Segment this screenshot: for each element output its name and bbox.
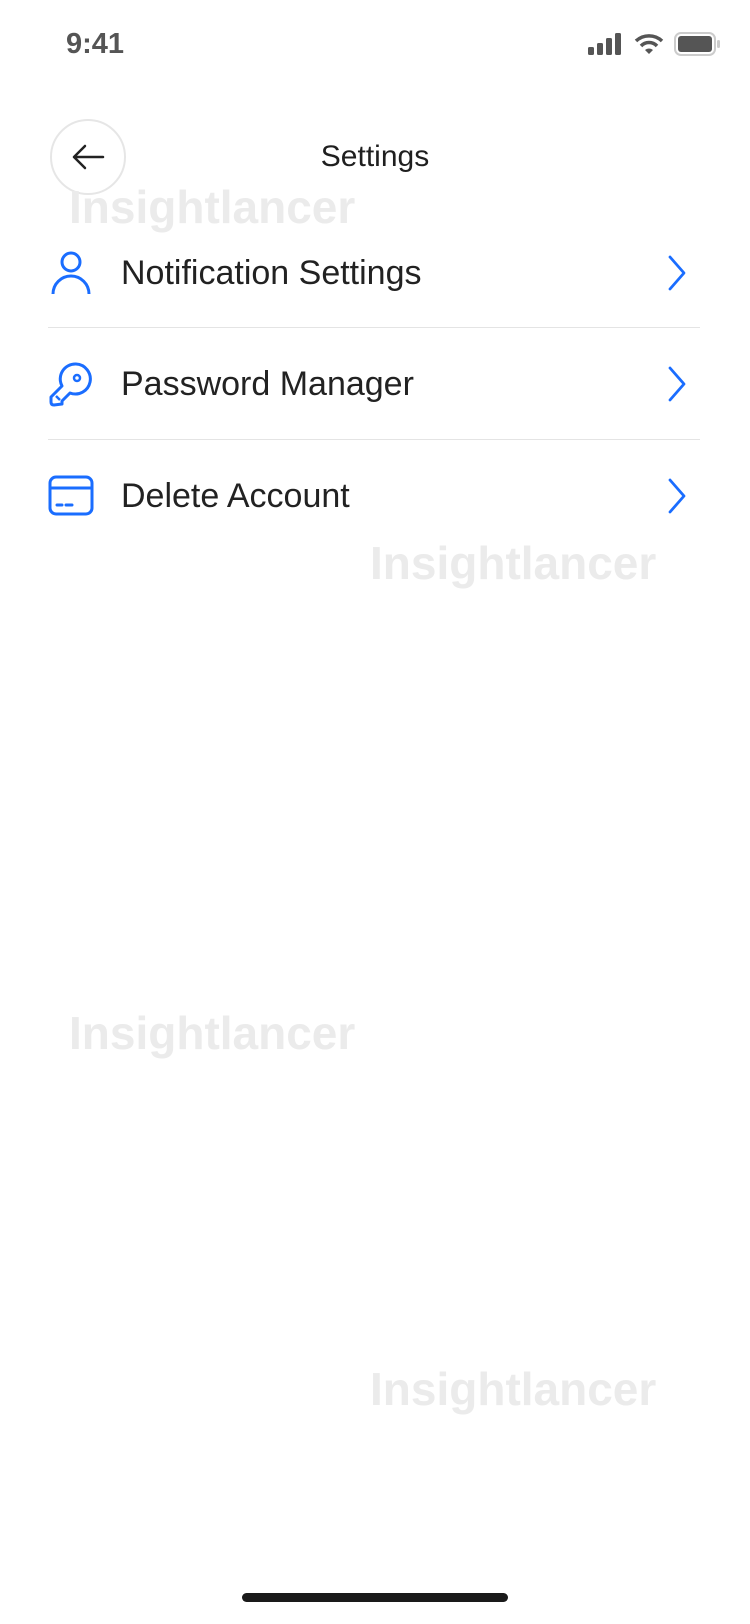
signal-icon bbox=[588, 33, 621, 55]
menu-item-delete-account[interactable]: Delete Account bbox=[48, 441, 700, 551]
menu-item-password-manager[interactable]: Password Manager bbox=[48, 329, 700, 439]
user-icon bbox=[48, 250, 94, 296]
divider bbox=[48, 439, 700, 440]
status-icons bbox=[588, 32, 720, 56]
menu-item-label: Delete Account bbox=[121, 476, 350, 515]
chevron-right-icon bbox=[668, 255, 686, 291]
home-indicator[interactable] bbox=[242, 1593, 508, 1602]
menu-item-notification-settings[interactable]: Notification Settings bbox=[48, 218, 700, 328]
key-icon bbox=[48, 361, 94, 407]
watermark: Insightlancer bbox=[69, 1007, 356, 1059]
wifi-icon bbox=[634, 34, 664, 54]
divider bbox=[48, 327, 700, 328]
watermark: Insightlancer bbox=[370, 1363, 657, 1415]
menu-item-label: Password Manager bbox=[121, 364, 414, 403]
chevron-right-icon bbox=[668, 478, 686, 514]
status-time: 9:41 bbox=[66, 28, 125, 60]
battery-icon bbox=[674, 32, 720, 56]
card-icon bbox=[48, 473, 94, 519]
chevron-right-icon bbox=[668, 366, 686, 402]
menu-item-label: Notification Settings bbox=[121, 253, 422, 292]
page-title: Settings bbox=[320, 140, 430, 173]
